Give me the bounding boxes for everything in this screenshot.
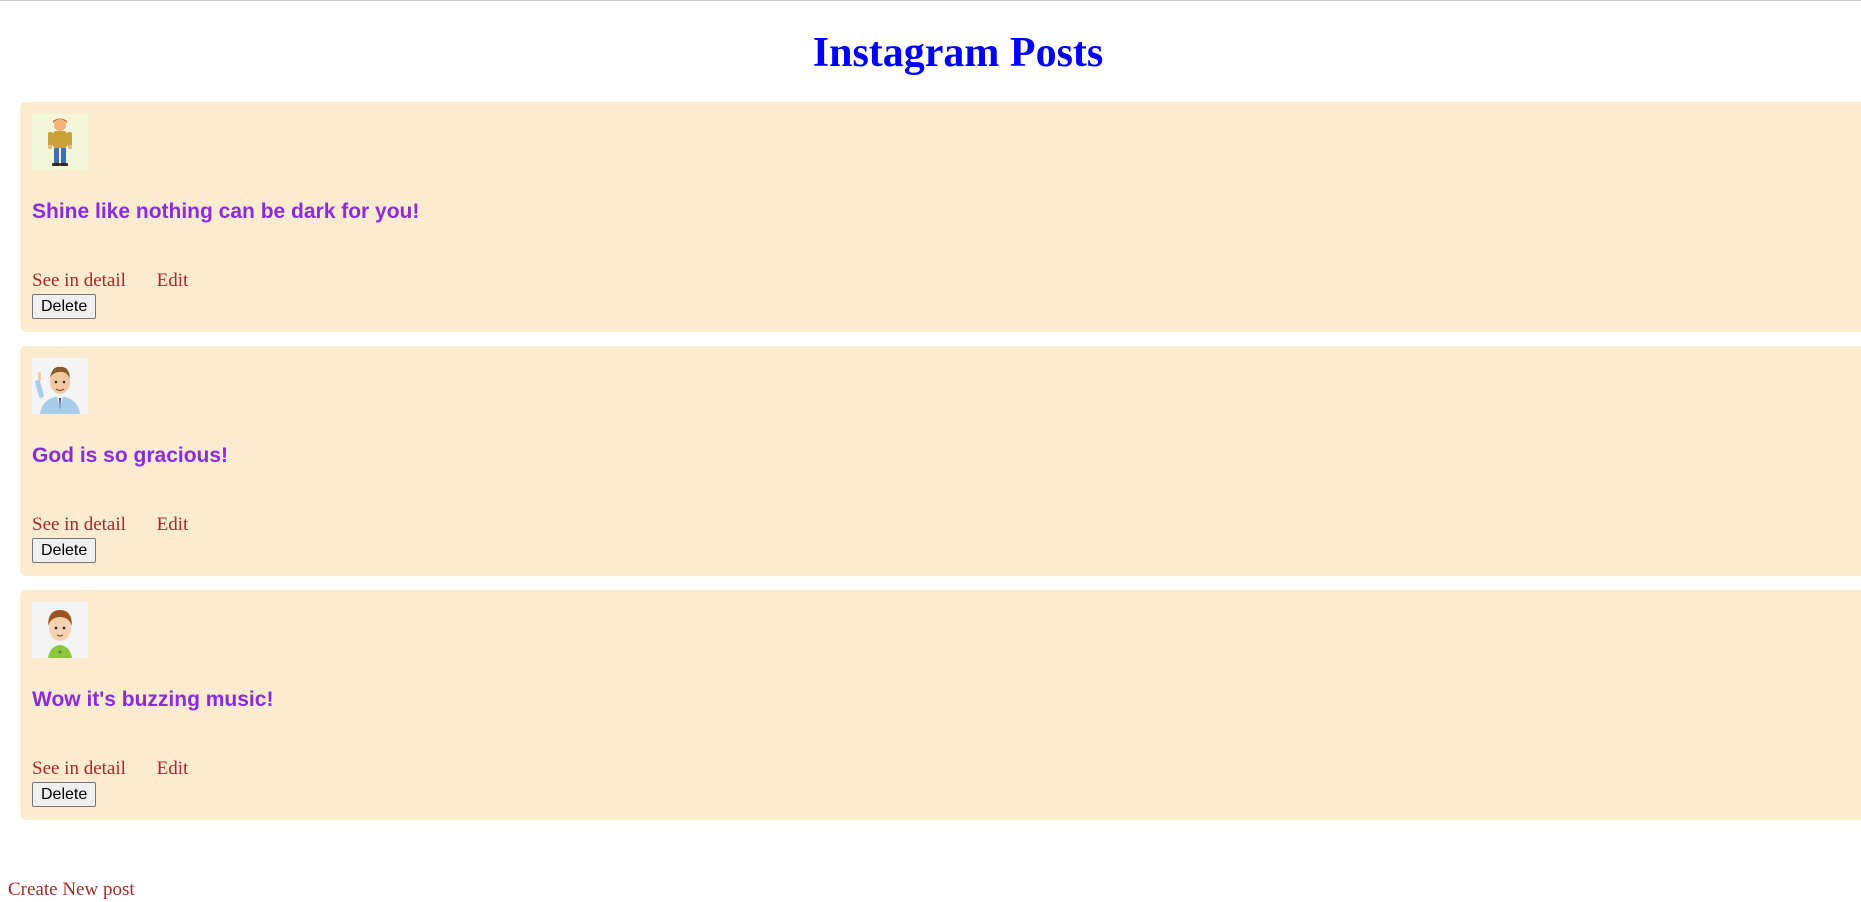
- post-card: Shine like nothing can be dark for you! …: [20, 102, 1861, 332]
- edit-link[interactable]: Edit: [157, 270, 189, 291]
- see-in-detail-link[interactable]: See in detail: [32, 758, 126, 779]
- post-links: See in detail Edit: [32, 270, 188, 292]
- post-avatar: [32, 358, 88, 414]
- post-avatar: [32, 602, 88, 658]
- cartoon-man-pointing-avatar-icon: [32, 358, 88, 414]
- post-card: God is so gracious! See in detail Edit D…: [20, 346, 1861, 576]
- edit-link[interactable]: Edit: [157, 758, 189, 779]
- edit-link[interactable]: Edit: [157, 514, 189, 535]
- post-list: Shine like nothing can be dark for you! …: [20, 102, 1861, 834]
- post-links: See in detail Edit: [32, 758, 188, 780]
- create-new-post-link[interactable]: Create New post: [8, 879, 135, 901]
- delete-button[interactable]: Delete: [32, 294, 97, 319]
- post-caption: God is so gracious!: [32, 444, 229, 467]
- post-card: Wow it's buzzing music! See in detail Ed…: [20, 590, 1861, 820]
- delete-button[interactable]: Delete: [32, 782, 97, 807]
- delete-button[interactable]: Delete: [32, 538, 97, 563]
- post-avatar: [32, 114, 88, 170]
- cartoon-boy-green-shirt-avatar-icon: [32, 602, 88, 658]
- post-links: See in detail Edit: [32, 514, 188, 536]
- see-in-detail-link[interactable]: See in detail: [32, 270, 126, 291]
- top-divider: [0, 0, 1861, 1]
- post-caption: Shine like nothing can be dark for you!: [32, 200, 420, 223]
- post-caption: Wow it's buzzing music!: [32, 688, 274, 711]
- see-in-detail-link[interactable]: See in detail: [32, 514, 126, 535]
- cartoon-boy-standing-avatar-icon: [32, 114, 88, 170]
- page-title: Instagram Posts: [812, 30, 1104, 76]
